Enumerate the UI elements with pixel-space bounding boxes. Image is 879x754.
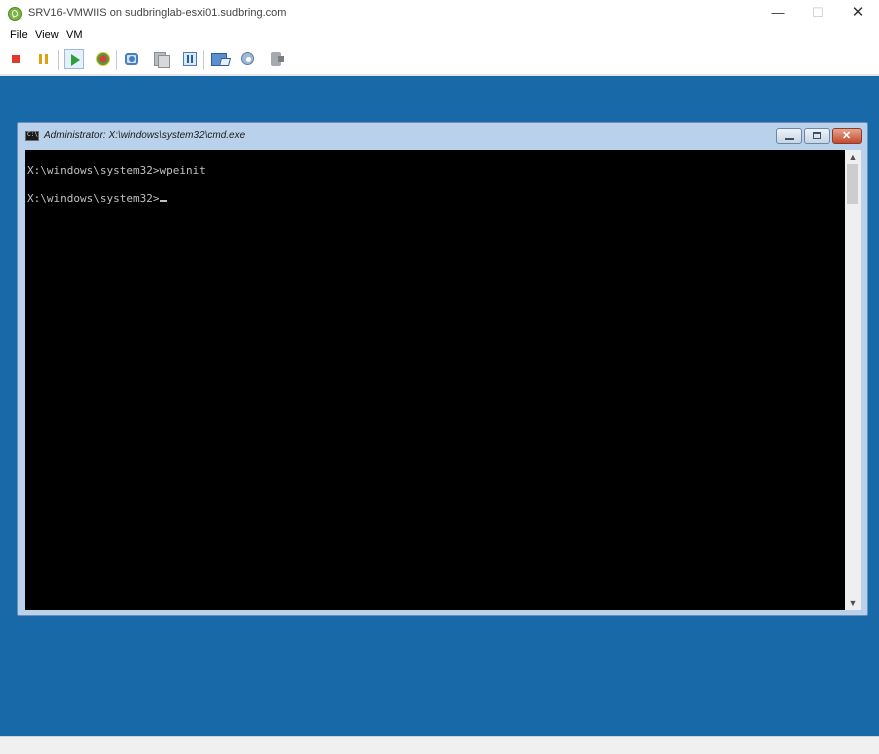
- scroll-thumb[interactable]: [847, 164, 858, 204]
- take-snapshot-icon[interactable]: [122, 49, 142, 69]
- suspend-icon[interactable]: [34, 49, 54, 69]
- status-bar: [0, 736, 879, 754]
- revert-snapshot-icon[interactable]: [180, 49, 200, 69]
- cmd-minimize-button[interactable]: [776, 128, 802, 144]
- maximize-button[interactable]: ☐: [808, 4, 828, 22]
- cmd-prompt-line[interactable]: X:\windows\system32>: [27, 192, 168, 206]
- power-on-icon[interactable]: [64, 49, 84, 69]
- menu-view[interactable]: View: [35, 29, 59, 41]
- toolbar-separator: [116, 50, 117, 70]
- vm-settings-icon[interactable]: [238, 49, 258, 69]
- vmware-remote-console-icon: [8, 7, 22, 21]
- cmd-titlebar[interactable]: Administrator: X:\windows\system32\cmd.e…: [18, 123, 867, 149]
- cmd-output: X:\windows\system32>wpeinit X:\windows\s…: [27, 150, 845, 610]
- menu-file[interactable]: File: [10, 29, 28, 41]
- text-cursor: [160, 200, 168, 202]
- cmd-window[interactable]: Administrator: X:\windows\system32\cmd.e…: [17, 122, 868, 616]
- toolbar: [0, 46, 879, 74]
- close-button[interactable]: ✕: [848, 4, 868, 22]
- minimize-button[interactable]: —: [768, 4, 788, 22]
- reset-icon[interactable]: [93, 49, 113, 69]
- menu-vm[interactable]: VM: [66, 29, 83, 41]
- cmd-restore-button[interactable]: [804, 128, 830, 144]
- send-to-console-icon[interactable]: [209, 49, 229, 69]
- command-prompt-icon: [25, 131, 39, 141]
- cmd-close-button[interactable]: [832, 128, 862, 144]
- snapshot-manager-icon[interactable]: [151, 49, 171, 69]
- window-titlebar: SRV16-VMWIIS on sudbringlab-esxi01.sudbr…: [0, 0, 879, 28]
- vm-console-display[interactable]: Administrator: X:\windows\system32\cmd.e…: [0, 76, 879, 736]
- cmd-scrollbar[interactable]: ▲ ▼: [845, 150, 861, 610]
- toolbar-separator: [58, 50, 59, 70]
- cmd-window-title: Administrator: X:\windows\system32\cmd.e…: [44, 130, 246, 141]
- toolbar-separator: [203, 50, 204, 70]
- scroll-up-arrow-icon[interactable]: ▲: [845, 150, 861, 164]
- power-off-icon[interactable]: [6, 49, 26, 69]
- cmd-line: X:\windows\system32>wpeinit: [27, 164, 206, 177]
- window-title: SRV16-VMWIIS on sudbringlab-esxi01.sudbr…: [28, 7, 287, 19]
- ctrl-alt-del-icon[interactable]: [267, 49, 287, 69]
- scroll-down-arrow-icon[interactable]: ▼: [845, 596, 861, 610]
- cmd-prompt: X:\windows\system32>: [27, 192, 160, 205]
- cmd-console[interactable]: X:\windows\system32>wpeinit X:\windows\s…: [25, 150, 861, 610]
